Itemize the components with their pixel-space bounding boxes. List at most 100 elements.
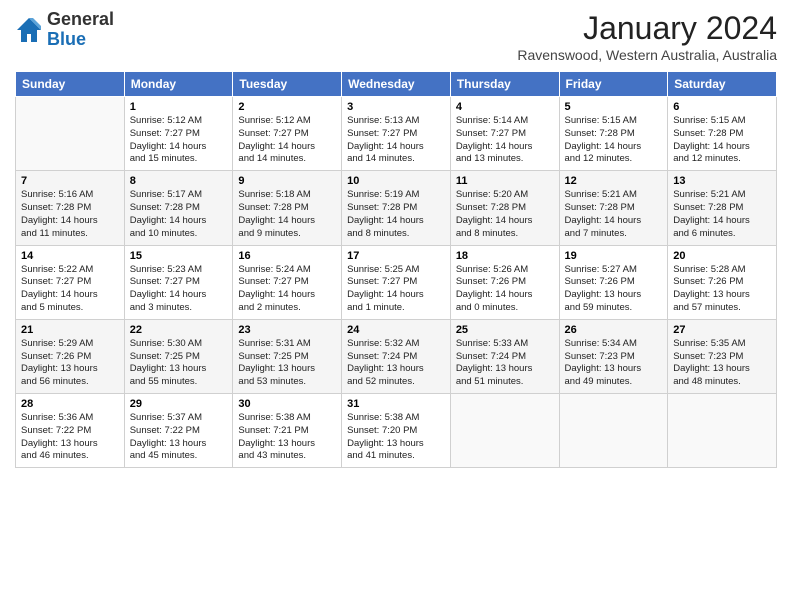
- calendar-cell: 5Sunrise: 5:15 AM Sunset: 7:28 PM Daylig…: [559, 97, 668, 171]
- calendar-cell: [16, 97, 125, 171]
- calendar-cell: 29 Sunrise: 5:37 AM Sunset: 7:22 PM Dayli…: [124, 394, 233, 468]
- week-row-3: 14Sunrise: 5:22 AM Sunset: 7:27 PM Dayli…: [16, 245, 777, 319]
- cell-date-number: 19: [565, 250, 663, 262]
- week-row-4: 21Sunrise: 5:29 AM Sunset: 7:26 PM Dayli…: [16, 319, 777, 393]
- cell-info: Sunrise: 5:25 AM Sunset: 7:27 PM Dayligh…: [347, 264, 445, 315]
- cell-date-number: 8: [130, 175, 228, 187]
- cell-info: Sunrise: 5:36 AM Sunset: 7:22 PM Dayligh…: [21, 412, 119, 463]
- calendar-cell: 7 Sunrise: 5:16 AM Sunset: 7:28 PM Daylig…: [16, 171, 125, 245]
- cell-date-number: 11: [456, 175, 554, 187]
- calendar-cell: 8 Sunrise: 5:17 AM Sunset: 7:28 PM Daylig…: [124, 171, 233, 245]
- cell-date-number: 29: [130, 398, 228, 410]
- cell-info: Sunrise: 5:16 AM Sunset: 7:28 PM Dayligh…: [21, 189, 119, 240]
- calendar-cell: 25 Sunrise: 5:33 AM Sunset: 7:24 PM Dayli…: [450, 319, 559, 393]
- cell-date-number: 3: [347, 101, 445, 113]
- cell-date-number: 24: [347, 324, 445, 336]
- title-block: January 2024 Ravenswood, Western Austral…: [517, 10, 777, 63]
- cell-info: Sunrise: 5:31 AM Sunset: 7:25 PM Dayligh…: [238, 338, 336, 389]
- logo-icon: [15, 16, 43, 44]
- cell-info: Sunrise: 5:34 AM Sunset: 7:23 PM Dayligh…: [565, 338, 663, 389]
- cell-date-number: 10: [347, 175, 445, 187]
- calendar-cell: [450, 394, 559, 468]
- cell-info: Sunrise: 5:29 AM Sunset: 7:26 PM Dayligh…: [21, 338, 119, 389]
- cell-date-number: 15: [130, 250, 228, 262]
- calendar-cell: 20 Sunrise: 5:28 AM Sunset: 7:26 PM Dayli…: [668, 245, 777, 319]
- month-year: January 2024: [517, 10, 777, 47]
- cell-info: Sunrise: 5:38 AM Sunset: 7:20 PM Dayligh…: [347, 412, 445, 463]
- cell-date-number: 13: [673, 175, 771, 187]
- cell-info: Sunrise: 5:28 AM Sunset: 7:26 PM Dayligh…: [673, 264, 771, 315]
- header-row: SundayMondayTuesdayWednesdayThursdayFrid…: [16, 72, 777, 97]
- cell-info: Sunrise: 5:35 AM Sunset: 7:23 PM Dayligh…: [673, 338, 771, 389]
- calendar-cell: 18Sunrise: 5:26 AM Sunset: 7:26 PM Dayli…: [450, 245, 559, 319]
- calendar-cell: 27 Sunrise: 5:35 AM Sunset: 7:23 PM Dayli…: [668, 319, 777, 393]
- cell-info: Sunrise: 5:14 AM Sunset: 7:27 PM Dayligh…: [456, 115, 554, 166]
- cell-info: Sunrise: 5:30 AM Sunset: 7:25 PM Dayligh…: [130, 338, 228, 389]
- cell-date-number: 16: [238, 250, 336, 262]
- calendar-cell: 22Sunrise: 5:30 AM Sunset: 7:25 PM Dayli…: [124, 319, 233, 393]
- calendar-cell: 23 Sunrise: 5:31 AM Sunset: 7:25 PM Dayli…: [233, 319, 342, 393]
- week-row-2: 7 Sunrise: 5:16 AM Sunset: 7:28 PM Daylig…: [16, 171, 777, 245]
- day-header-saturday: Saturday: [668, 72, 777, 97]
- cell-info: Sunrise: 5:15 AM Sunset: 7:28 PM Dayligh…: [565, 115, 663, 166]
- page: General Blue January 2024 Ravenswood, We…: [0, 0, 792, 478]
- calendar-cell: 31 Sunrise: 5:38 AM Sunset: 7:20 PM Dayli…: [342, 394, 451, 468]
- cell-info: Sunrise: 5:38 AM Sunset: 7:21 PM Dayligh…: [238, 412, 336, 463]
- cell-date-number: 20: [673, 250, 771, 262]
- calendar-cell: 21Sunrise: 5:29 AM Sunset: 7:26 PM Dayli…: [16, 319, 125, 393]
- calendar-cell: 2Sunrise: 5:12 AM Sunset: 7:27 PM Daylig…: [233, 97, 342, 171]
- calendar-cell: 11 Sunrise: 5:20 AM Sunset: 7:28 PM Dayli…: [450, 171, 559, 245]
- calendar-cell: 4Sunrise: 5:14 AM Sunset: 7:27 PM Daylig…: [450, 97, 559, 171]
- cell-info: Sunrise: 5:20 AM Sunset: 7:28 PM Dayligh…: [456, 189, 554, 240]
- cell-info: Sunrise: 5:37 AM Sunset: 7:22 PM Dayligh…: [130, 412, 228, 463]
- cell-info: Sunrise: 5:32 AM Sunset: 7:24 PM Dayligh…: [347, 338, 445, 389]
- cell-date-number: 30: [238, 398, 336, 410]
- day-header-monday: Monday: [124, 72, 233, 97]
- day-header-sunday: Sunday: [16, 72, 125, 97]
- calendar-cell: 28 Sunrise: 5:36 AM Sunset: 7:22 PM Dayli…: [16, 394, 125, 468]
- cell-info: Sunrise: 5:21 AM Sunset: 7:28 PM Dayligh…: [673, 189, 771, 240]
- logo: General Blue: [15, 10, 114, 50]
- calendar-cell: 19 Sunrise: 5:27 AM Sunset: 7:26 PM Dayli…: [559, 245, 668, 319]
- calendar-cell: 14Sunrise: 5:22 AM Sunset: 7:27 PM Dayli…: [16, 245, 125, 319]
- cell-info: Sunrise: 5:19 AM Sunset: 7:28 PM Dayligh…: [347, 189, 445, 240]
- calendar-cell: 17 Sunrise: 5:25 AM Sunset: 7:27 PM Dayli…: [342, 245, 451, 319]
- cell-info: Sunrise: 5:21 AM Sunset: 7:28 PM Dayligh…: [565, 189, 663, 240]
- cell-info: Sunrise: 5:26 AM Sunset: 7:26 PM Dayligh…: [456, 264, 554, 315]
- day-header-tuesday: Tuesday: [233, 72, 342, 97]
- calendar-cell: 9 Sunrise: 5:18 AM Sunset: 7:28 PM Daylig…: [233, 171, 342, 245]
- calendar-cell: 30 Sunrise: 5:38 AM Sunset: 7:21 PM Dayli…: [233, 394, 342, 468]
- day-header-thursday: Thursday: [450, 72, 559, 97]
- cell-info: Sunrise: 5:12 AM Sunset: 7:27 PM Dayligh…: [238, 115, 336, 166]
- day-header-friday: Friday: [559, 72, 668, 97]
- cell-date-number: 28: [21, 398, 119, 410]
- cell-date-number: 27: [673, 324, 771, 336]
- cell-info: Sunrise: 5:24 AM Sunset: 7:27 PM Dayligh…: [238, 264, 336, 315]
- week-row-5: 28 Sunrise: 5:36 AM Sunset: 7:22 PM Dayli…: [16, 394, 777, 468]
- cell-date-number: 7: [21, 175, 119, 187]
- calendar-cell: [559, 394, 668, 468]
- cell-info: Sunrise: 5:12 AM Sunset: 7:27 PM Dayligh…: [130, 115, 228, 166]
- calendar-cell: [668, 394, 777, 468]
- cell-date-number: 23: [238, 324, 336, 336]
- cell-info: Sunrise: 5:33 AM Sunset: 7:24 PM Dayligh…: [456, 338, 554, 389]
- calendar-cell: 16 Sunrise: 5:24 AM Sunset: 7:27 PM Dayli…: [233, 245, 342, 319]
- cell-info: Sunrise: 5:27 AM Sunset: 7:26 PM Dayligh…: [565, 264, 663, 315]
- calendar-cell: 6Sunrise: 5:15 AM Sunset: 7:28 PM Daylig…: [668, 97, 777, 171]
- cell-date-number: 17: [347, 250, 445, 262]
- calendar-cell: 26Sunrise: 5:34 AM Sunset: 7:23 PM Dayli…: [559, 319, 668, 393]
- cell-info: Sunrise: 5:17 AM Sunset: 7:28 PM Dayligh…: [130, 189, 228, 240]
- day-header-wednesday: Wednesday: [342, 72, 451, 97]
- cell-info: Sunrise: 5:13 AM Sunset: 7:27 PM Dayligh…: [347, 115, 445, 166]
- calendar-cell: 13 Sunrise: 5:21 AM Sunset: 7:28 PM Dayli…: [668, 171, 777, 245]
- cell-date-number: 25: [456, 324, 554, 336]
- cell-info: Sunrise: 5:18 AM Sunset: 7:28 PM Dayligh…: [238, 189, 336, 240]
- calendar-cell: 15Sunrise: 5:23 AM Sunset: 7:27 PM Dayli…: [124, 245, 233, 319]
- location: Ravenswood, Western Australia, Australia: [517, 47, 777, 63]
- cell-date-number: 9: [238, 175, 336, 187]
- cell-date-number: 1: [130, 101, 228, 113]
- logo-text: General Blue: [47, 10, 114, 50]
- cell-date-number: 31: [347, 398, 445, 410]
- calendar-table: SundayMondayTuesdayWednesdayThursdayFrid…: [15, 71, 777, 468]
- calendar-cell: 10 Sunrise: 5:19 AM Sunset: 7:28 PM Dayli…: [342, 171, 451, 245]
